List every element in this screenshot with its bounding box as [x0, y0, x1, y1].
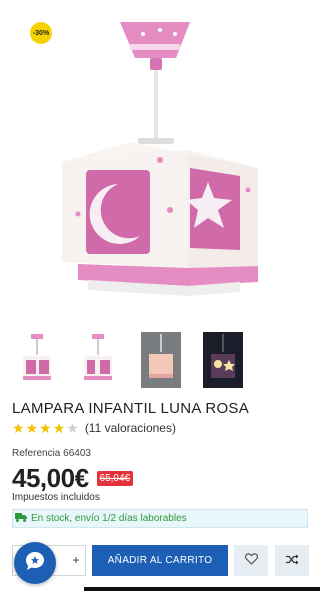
bottom-bar: [84, 587, 320, 591]
stock-text: En stock, envío 1/2 días laborables: [31, 513, 187, 524]
star-icon: ★: [12, 420, 25, 436]
price-row: 45,00€ 65,04€: [12, 463, 134, 494]
product-rating[interactable]: ★ ★ ★ ★ ★ (11 valoraciones): [12, 420, 176, 436]
chat-icon: [24, 550, 46, 577]
thumbnail-gallery: [0, 332, 320, 388]
star-icon: ★: [52, 420, 66, 436]
product-image[interactable]: -30%: [0, 0, 320, 320]
current-price: 45,00€: [12, 463, 89, 493]
old-price: 65,04€: [96, 471, 134, 486]
product-reference: Referencia 66403: [12, 448, 91, 459]
thumbnail-3[interactable]: [141, 332, 181, 388]
taxes-note: Impuestos incluidos: [12, 492, 100, 503]
wishlist-button[interactable]: [234, 545, 268, 576]
lamp-illustration: [62, 22, 258, 296]
thumbnail-1[interactable]: [17, 332, 57, 388]
star-empty-icon: ★: [66, 420, 79, 436]
thumbnail-4[interactable]: [203, 332, 243, 388]
product-title: LAMPARA INFANTIL LUNA ROSA: [12, 400, 250, 417]
quantity-increase-button[interactable]: +: [66, 550, 86, 570]
add-to-cart-button[interactable]: AÑADIR AL CARRITO: [92, 545, 228, 576]
truck-icon: [15, 512, 27, 525]
rating-stars: ★ ★ ★ ★ ★: [12, 421, 79, 435]
star-icon: ★: [25, 420, 39, 436]
thumbnail-2[interactable]: [78, 332, 118, 388]
compare-button[interactable]: [275, 545, 309, 576]
chat-button[interactable]: [14, 542, 56, 584]
reviews-link[interactable]: (11 valoraciones): [85, 421, 176, 435]
star-icon: ★: [39, 420, 52, 436]
heart-icon: [244, 553, 258, 568]
shuffle-icon: [285, 553, 299, 568]
stock-status: En stock, envío 1/2 días laborables: [12, 509, 308, 528]
